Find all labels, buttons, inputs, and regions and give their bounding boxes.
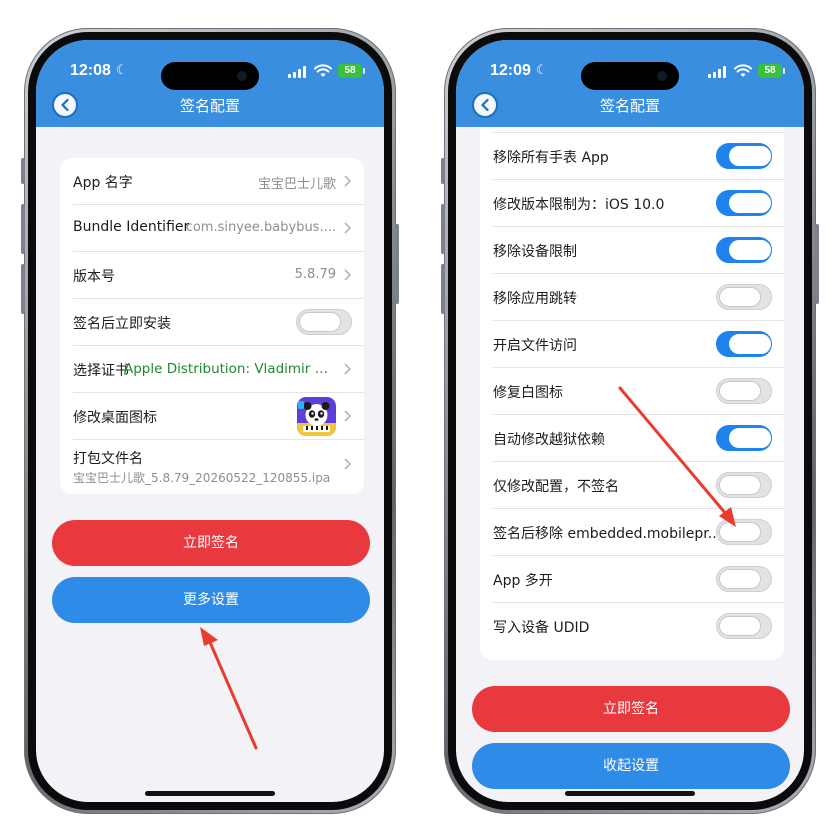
arrow-to-remove-mobileprovision bbox=[618, 386, 736, 527]
arrow-to-more-settings bbox=[200, 627, 258, 750]
annotation-arrows bbox=[200, 386, 736, 750]
